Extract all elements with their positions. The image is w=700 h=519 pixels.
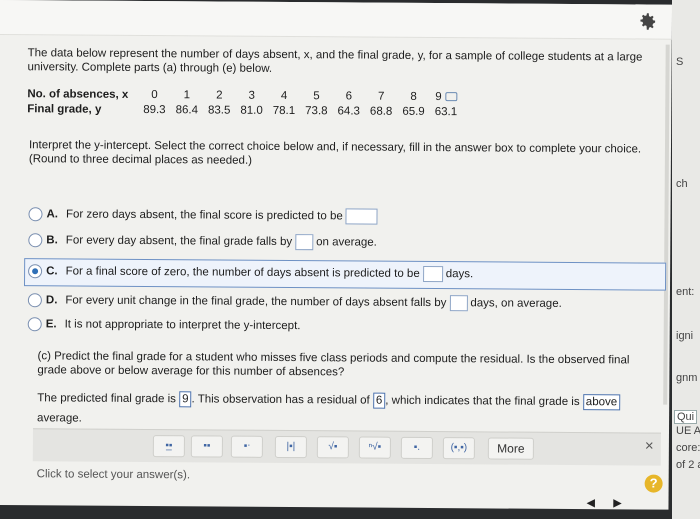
y-cell: 63.1 [434, 105, 458, 118]
x-cell: 9 [430, 89, 462, 104]
radio-d[interactable] [27, 293, 42, 308]
answer-box-a[interactable] [345, 208, 378, 225]
part-c-answer: The predicted final grade is 9. This obs… [37, 388, 657, 432]
y-cell: 86.4 [175, 103, 199, 116]
x-cell: 3 [248, 89, 255, 102]
copy-data-icon[interactable] [444, 92, 457, 102]
y-cell: 81.0 [240, 104, 263, 117]
radio-b[interactable] [28, 233, 43, 248]
math-toolbar: ▪̲▪ ▪▪ ▪ᐧ |▪| √▪ ⁿ√▪ ▪. (▪,▪) More × [32, 428, 661, 466]
mixed-number-button[interactable]: ▪▪ [190, 435, 223, 458]
problem-intro: The data below represent the number of d… [27, 47, 643, 75]
scrollbar[interactable] [663, 44, 670, 405]
choice-b[interactable]: B. For every day absent, the final grade … [28, 231, 377, 251]
radio-c[interactable] [28, 264, 43, 279]
edge-fragment: UE AT [676, 425, 700, 437]
edge-fragment: ent: [676, 286, 695, 298]
y-cell: 68.8 [369, 105, 393, 118]
edge-fragment: ch [676, 178, 688, 190]
x-cell: 8 [410, 90, 417, 103]
y-label: Final grade, y [27, 102, 102, 116]
part-c-question: (c) Predict the final grade for a studen… [37, 350, 630, 379]
more-button[interactable]: More [487, 437, 534, 460]
x-cell: 1 [183, 88, 191, 101]
x-label: No. of absences, x [27, 87, 129, 101]
answer-box-c[interactable] [422, 265, 443, 283]
data-table: No. of absences, x 0 1 2 3 4 5 6 7 8 9 F… [27, 86, 462, 119]
fraction-button[interactable]: ▪̲▪ [152, 435, 185, 458]
choice-c[interactable]: C. For a final score of zero, the number … [28, 262, 473, 283]
edge-fragment: gnm [676, 372, 698, 384]
x-cell: 6 [345, 89, 353, 102]
answer-box-d[interactable] [449, 295, 468, 312]
absolute-value-button[interactable]: |▪| [274, 435, 307, 459]
edge-fragment: S [676, 56, 684, 68]
predicted-grade-input[interactable]: 9 [179, 391, 192, 408]
x-cell: 4 [280, 89, 288, 102]
decimal-button[interactable]: ▪. [400, 436, 433, 460]
y-cell: 78.1 [272, 104, 296, 117]
prev-arrow-icon[interactable]: ◀ [586, 497, 595, 509]
y-cell: 73.8 [305, 104, 328, 117]
homework-panel: The data below represent the number of d… [0, 0, 672, 510]
y-cell: 64.3 [337, 104, 360, 118]
edge-fragment: core: [676, 442, 700, 454]
choice-e[interactable]: E. It is not appropriate to interpret the… [27, 315, 301, 335]
choice-d[interactable]: D. For every unit change in the final gra… [27, 291, 562, 313]
radio-e[interactable] [27, 317, 42, 332]
ordered-pair-button[interactable]: (▪,▪) [442, 437, 475, 460]
y-cell: 65.9 [402, 105, 425, 118]
x-cell: 7 [377, 90, 385, 103]
help-icon[interactable]: ? [644, 474, 663, 493]
above-below-select[interactable]: above [582, 394, 621, 411]
edge-fragment: igni [676, 330, 694, 342]
y-row: Final grade, y 89.3 86.4 83.5 81.0 78.1 … [27, 101, 462, 119]
choice-a[interactable]: A. For zero days absent, the final score … [28, 205, 380, 225]
answer-box-b[interactable] [295, 234, 314, 251]
interpret-question: Interpret the y-intercept. Select the co… [29, 138, 649, 170]
background-window-edge: S ch ent: igni gnm Qui UE AT core: of 2 … [672, 0, 700, 519]
close-icon[interactable]: × [645, 438, 654, 455]
x-cell: 2 [216, 89, 223, 102]
y-cell: 89.3 [143, 103, 166, 116]
residual-input[interactable]: 6 [372, 392, 386, 409]
gear-icon[interactable] [636, 10, 658, 32]
x-cell: 0 [151, 88, 158, 101]
exponent-button[interactable]: ▪ᐧ [230, 435, 263, 458]
edge-fragment: Qui [674, 410, 698, 424]
question-nav: ◀ ▶ [586, 496, 621, 509]
radio-a[interactable] [28, 207, 43, 222]
top-bar [0, 0, 672, 40]
nth-root-button[interactable]: ⁿ√▪ [358, 436, 391, 459]
square-root-button[interactable]: √▪ [316, 436, 349, 459]
x-cell: 5 [313, 89, 320, 102]
edge-fragment: of 2 at [676, 459, 700, 471]
y-cell: 83.5 [207, 103, 231, 117]
next-arrow-icon[interactable]: ▶ [613, 497, 622, 509]
status-text: Click to select your answer(s). [36, 468, 191, 482]
